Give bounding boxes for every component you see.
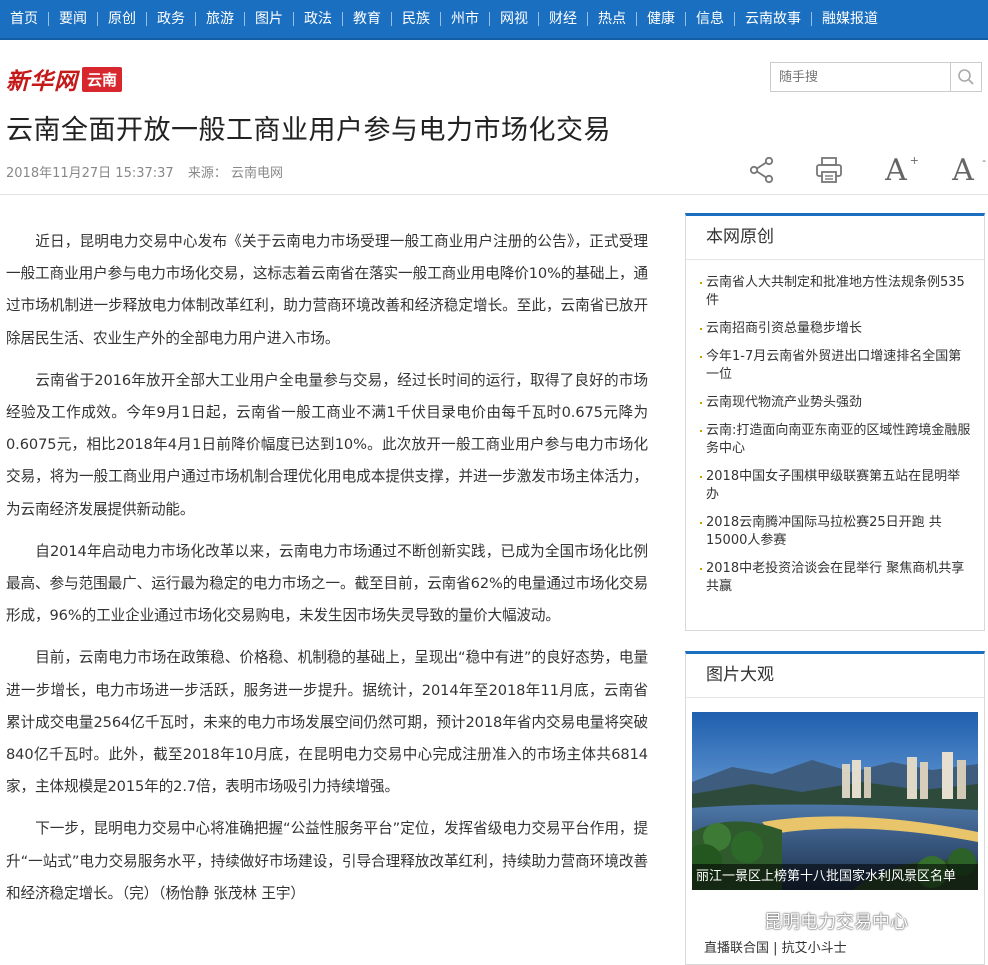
font-increase-button[interactable]: A + (879, 152, 919, 188)
top-nav: 首页 要闻 原创 政务 旅游 图片 政法 教育 民族 州市 网视 财经 热点 健康 信息 云南故事 融媒报道 (0, 0, 988, 40)
search-button[interactable] (950, 63, 981, 91)
article-body: 近日，昆明电力交易中心发布《关于云南电力市场受理一般工商业用户注册的公告》，正式… (6, 226, 648, 920)
nav-item[interactable]: 热点 (588, 0, 636, 39)
nav-item[interactable]: 要闻 (49, 0, 97, 39)
list-item[interactable]: 云南:打造面向南亚东南亚的区域性跨境金融服务中心 (700, 422, 972, 458)
nav-item[interactable]: 旅游 (196, 0, 244, 39)
print-button[interactable] (812, 152, 846, 188)
search-box (770, 62, 982, 92)
nav-item[interactable]: 首页 (0, 0, 48, 39)
wechat-icon (728, 910, 757, 931)
nav-item[interactable]: 信息 (686, 0, 734, 39)
page-title: 云南全面开放一般工商业用户参与电力市场化交易 (6, 115, 611, 146)
list-item[interactable]: 云南招商引资总量稳步增长 (700, 320, 972, 338)
list-item[interactable]: 今年1-7月云南省外贸进出口增速排名全国第一位 (700, 348, 972, 384)
photo-caption: 丽江一景区上榜第十八批国家水利风景区名单 (692, 864, 978, 890)
logo-region: 云南 (82, 66, 123, 92)
share-icon (749, 156, 774, 184)
share-button[interactable] (745, 152, 779, 188)
list-item[interactable]: 2018中老投资洽谈会在昆举行 聚焦商机共享共赢 (700, 560, 972, 596)
list-item[interactable]: 2018云南腾冲国际马拉松赛25日开跑 共15000人参赛 (700, 514, 972, 550)
article-paragraph: 云南省于2016年放开全部大工业用户全电量参与交易，经过长时间的运行，取得了良好… (6, 371, 648, 518)
panel-heading: 图片大观 (686, 654, 984, 698)
nav-item[interactable]: 融媒报道 (812, 0, 888, 39)
article-paragraph: 目前，云南电力市场在政策稳、价格稳、机制稳的基础上，呈现出“稳中有进”的良好态势… (6, 649, 648, 796)
nav-item[interactable]: 云南故事 (735, 0, 811, 39)
nav-item[interactable]: 教育 (343, 0, 391, 39)
nav-item[interactable]: 民族 (392, 0, 440, 39)
featured-photo[interactable]: 丽江一景区上榜第十八批国家水利风景区名单 (692, 712, 978, 890)
nav-item[interactable]: 图片 (245, 0, 293, 39)
divider (0, 194, 988, 195)
site-logo[interactable]: 新华网 云南 (6, 62, 123, 96)
nav-item[interactable]: 政务 (147, 0, 195, 39)
logo-main: 新华网 (6, 68, 78, 95)
list-item[interactable]: 云南现代物流产业势头强劲 (700, 394, 972, 412)
article-paragraph: 近日，昆明电力交易中心发布《关于云南电力市场受理一般工商业用户注册的公告》，正式… (6, 233, 648, 347)
article-paragraph: 自2014年启动电力市场化改革以来，云南电力市场通过不断创新实践，已成为全国市场… (6, 542, 648, 625)
font-decrease-icon: A- (952, 152, 986, 188)
nav-item[interactable]: 财经 (539, 0, 587, 39)
nav-item[interactable]: 原创 (98, 0, 146, 39)
article-tools: A + A- (745, 152, 986, 188)
panel-heading: 本网原创 (686, 216, 984, 260)
nav-item[interactable]: 州市 (441, 0, 489, 39)
search-icon (958, 69, 974, 85)
wechat-watermark: 昆明电力交易中心 (728, 908, 908, 934)
original-news-panel: 本网原创 云南省人大共制定和批准地方性法规条例535件 云南招商引资总量稳步增长… (685, 213, 985, 631)
list-item[interactable]: 2018中国女子围棋甲级联赛第五站在昆明举办 (700, 468, 972, 504)
search-input[interactable] (771, 63, 951, 91)
nav-item[interactable]: 健康 (637, 0, 685, 39)
font-increase-icon: A + (885, 152, 919, 188)
original-news-list: 云南省人大共制定和批准地方性法规条例535件 云南招商引资总量稳步增长 今年1-… (686, 260, 984, 596)
article-paragraph: 下一步，昆明电力交易中心将准确把握“公益性服务平台”定位，发挥省级电力交易平台作… (6, 820, 648, 902)
watermark-text: 昆明电力交易中心 (764, 912, 908, 933)
font-decrease-button[interactable]: A- (946, 152, 986, 188)
print-icon (816, 157, 842, 183)
publish-date: 2018年11月27日 15:37:37 (6, 166, 174, 181)
article-source: 来源： 云南电网 (187, 166, 283, 181)
nav-item[interactable]: 政法 (294, 0, 342, 39)
article-meta: 2018年11月27日 15:37:37 来源： 云南电网 (6, 162, 293, 181)
nav-item[interactable]: 网视 (490, 0, 538, 39)
list-item[interactable]: 云南省人大共制定和批准地方性法规条例535件 (700, 274, 972, 310)
photo-link[interactable]: 直播联合国 | 抗艾小斗士 (704, 937, 847, 956)
